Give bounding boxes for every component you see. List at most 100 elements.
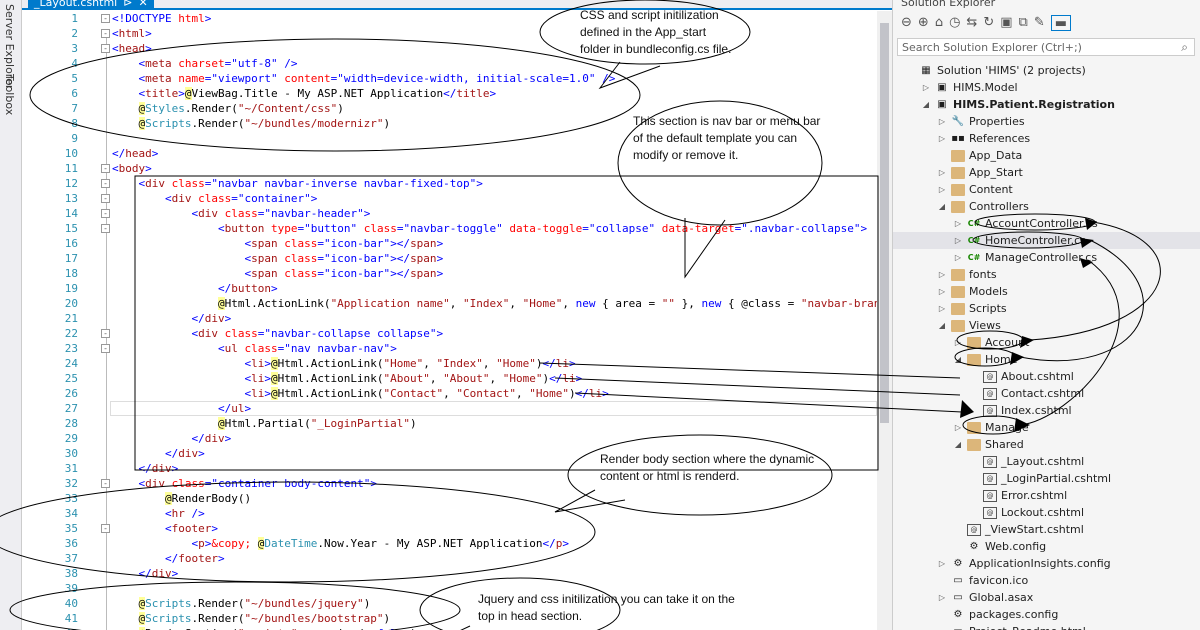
code-line[interactable]: <li>@Html.ActionLink("About", "About", "… <box>112 371 877 386</box>
tree-item[interactable]: ▷ 🔧 Properties <box>937 113 1025 130</box>
tree-item[interactable]: ▷ fonts <box>937 266 997 283</box>
collapse-arrow-icon[interactable]: ◢ <box>937 198 947 215</box>
scrollbar-thumb[interactable] <box>880 23 889 423</box>
collapse-arrow-icon[interactable]: ◢ <box>953 351 963 368</box>
tree-item[interactable]: ▷ Account <box>953 334 1030 351</box>
expand-arrow-icon[interactable]: ▷ <box>921 79 931 96</box>
tree-item[interactable]: ▷ Content <box>937 181 1013 198</box>
code-line[interactable]: @RenderBody() <box>112 491 877 506</box>
fold-toggle-icon[interactable]: - <box>101 44 110 53</box>
fold-toggle-icon[interactable]: - <box>101 179 110 188</box>
code-line[interactable]: <div class="navbar navbar-inverse navbar… <box>112 176 877 191</box>
fold-toggle-icon[interactable]: - <box>101 524 110 533</box>
tree-item[interactable]: App_Data <box>937 147 1022 164</box>
code-line[interactable]: <p>&copy; @DateTime.Now.Year - My ASP.NE… <box>112 536 877 551</box>
forward-icon[interactable]: ⊕ <box>918 15 929 31</box>
expand-arrow-icon[interactable]: ▷ <box>953 334 963 351</box>
code-line[interactable]: <div class="container"> <box>112 191 877 206</box>
collapse-icon[interactable]: ▣ <box>1000 15 1012 31</box>
expand-arrow-icon[interactable]: ▷ <box>953 215 963 232</box>
collapse-arrow-icon[interactable]: ◢ <box>921 96 931 113</box>
code-line[interactable]: <span class="icon-bar"></span> <box>112 236 877 251</box>
code-line[interactable]: <!DOCTYPE html> <box>112 11 877 26</box>
properties-icon[interactable]: ✎ <box>1034 15 1045 31</box>
fold-toggle-icon[interactable]: - <box>101 164 110 173</box>
tree-item[interactable]: ◢ Shared <box>953 436 1024 453</box>
tree-item[interactable]: ▷ ▣ HIMS.Model <box>921 79 1018 96</box>
code-line[interactable]: </div> <box>112 311 877 326</box>
code-line[interactable]: <span class="icon-bar"></span> <box>112 251 877 266</box>
expand-arrow-icon[interactable]: ▷ <box>937 164 947 181</box>
tree-item[interactable]: ▭ Project_Readme.html <box>937 623 1086 630</box>
fold-toggle-icon[interactable]: - <box>101 224 110 233</box>
history-icon[interactable]: ◷ <box>949 15 960 31</box>
code-line[interactable]: </footer> <box>112 551 877 566</box>
expand-arrow-icon[interactable]: ▷ <box>953 232 963 249</box>
code-line[interactable]: </div> <box>112 566 877 581</box>
tree-item[interactable]: ▷ C# ManageController.cs <box>953 249 1097 266</box>
tree-item[interactable]: @ _ViewStart.cshtml <box>953 521 1084 538</box>
vertical-scrollbar[interactable] <box>877 11 892 630</box>
expand-arrow-icon[interactable]: ▷ <box>937 181 947 198</box>
code-line[interactable]: <li>@Html.ActionLink("Contact", "Contact… <box>112 386 877 401</box>
code-line[interactable]: <div class="navbar-collapse collapse"> <box>112 326 877 341</box>
toolbox-tab[interactable]: Toolbox <box>3 74 16 115</box>
code-line[interactable]: <html> <box>112 26 877 41</box>
code-line[interactable]: <span class="icon-bar"></span> <box>112 266 877 281</box>
tree-item[interactable]: @ _Layout.cshtml <box>969 453 1084 470</box>
home-icon[interactable]: ⌂ <box>935 15 943 31</box>
tree-item[interactable]: ◢ Home <box>953 351 1018 368</box>
tree-item[interactable]: ▭ favicon.ico <box>937 572 1028 589</box>
fold-toggle-icon[interactable]: - <box>101 14 110 23</box>
pin-icon[interactable]: ▬ <box>1050 15 1072 31</box>
code-line[interactable]: </ul> <box>112 401 877 416</box>
search-input[interactable]: Search Solution Explorer (Ctrl+;) ⌕ <box>897 38 1195 56</box>
code-line[interactable]: <li>@Html.ActionLink("Home", "Index", "H… <box>112 356 877 371</box>
code-line[interactable]: <footer> <box>112 521 877 536</box>
fold-toggle-icon[interactable]: - <box>101 209 110 218</box>
code-line[interactable]: @Html.Partial("_LoginPartial") <box>112 416 877 431</box>
expand-arrow-icon[interactable]: ▷ <box>937 266 947 283</box>
tree-item[interactable]: ◢ Controllers <box>937 198 1029 215</box>
tree-item[interactable]: ◢ Views <box>937 317 1001 334</box>
tree-item[interactable]: ▷ ⚙ ApplicationInsights.config <box>937 555 1111 572</box>
collapse-arrow-icon[interactable]: ◢ <box>937 317 947 334</box>
tree-item[interactable]: @ About.cshtml <box>969 368 1074 385</box>
tree-item[interactable]: @ Error.cshtml <box>969 487 1067 504</box>
tree-item[interactable]: ▷ Models <box>937 283 1008 300</box>
tree-item[interactable]: @ Contact.cshtml <box>969 385 1084 402</box>
expand-arrow-icon[interactable]: ▷ <box>937 283 947 300</box>
expand-arrow-icon[interactable]: ▷ <box>953 249 963 266</box>
search-icon[interactable]: ⌕ <box>1181 40 1188 55</box>
tree-item[interactable]: ▷ C# AccountController.cs <box>953 215 1098 232</box>
expand-arrow-icon[interactable]: ▷ <box>937 113 947 130</box>
pin-icon[interactable]: ⊳ <box>123 0 132 10</box>
code-line[interactable]: <div class="navbar-header"> <box>112 206 877 221</box>
code-line[interactable]: </button> <box>112 281 877 296</box>
expand-arrow-icon[interactable]: ▷ <box>937 555 947 572</box>
expand-arrow-icon[interactable]: ▷ <box>937 300 947 317</box>
code-line[interactable]: <meta charset="utf-8" /> <box>112 56 877 71</box>
code-line[interactable]: <title>@ViewBag.Title - My ASP.NET Appli… <box>112 86 877 101</box>
code-line[interactable]: <meta name="viewport" content="width=dev… <box>112 71 877 86</box>
tree-item[interactable]: ▷ C# HomeController.cs <box>893 232 1200 249</box>
code-line[interactable]: <button type="button" class="navbar-togg… <box>112 221 877 236</box>
expand-arrow-icon[interactable]: ▷ <box>953 419 963 436</box>
code-line[interactable]: @Html.ActionLink("Application name", "In… <box>112 296 877 311</box>
code-area[interactable]: 1- <!DOCTYPE html> 2- <html> 3- <head> 4 <meta… <box>22 11 877 630</box>
close-icon[interactable]: ✕ <box>138 0 147 10</box>
code-line[interactable]: <hr /> <box>112 506 877 521</box>
tree-item[interactable]: @ _LoginPartial.cshtml <box>969 470 1111 487</box>
code-editor[interactable]: _Layout.cshtml ⊳ ✕ 1- <!DOCTYPE html> 2- <h… <box>22 0 892 630</box>
collapse-arrow-icon[interactable]: ◢ <box>953 436 963 453</box>
sync-icon[interactable]: ⇆ <box>966 15 977 31</box>
code-line[interactable]: @RenderSection("scripts", required: fals… <box>112 626 877 630</box>
tree-item[interactable]: ▷ App_Start <box>937 164 1023 181</box>
back-icon[interactable]: ⊖ <box>901 15 912 31</box>
expand-arrow-icon[interactable]: ▷ <box>937 589 947 606</box>
tree-item[interactable]: ▷ ▭ Global.asax <box>937 589 1033 606</box>
refresh-icon[interactable]: ↻ <box>983 15 994 31</box>
fold-toggle-icon[interactable]: - <box>101 479 110 488</box>
copy-icon[interactable]: ⧉ <box>1019 15 1028 31</box>
tree-item[interactable]: ▷ Manage <box>953 419 1029 436</box>
